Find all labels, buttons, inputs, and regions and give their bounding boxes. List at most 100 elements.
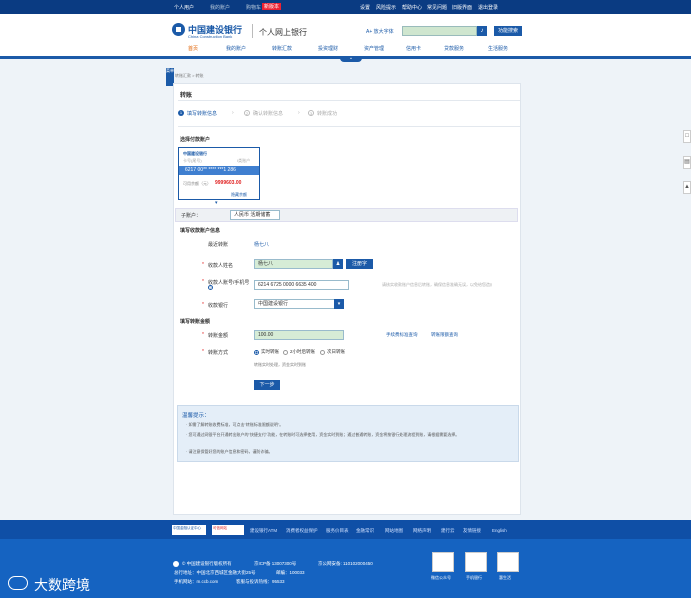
help-link[interactable]: 帮助中心 xyxy=(402,4,422,11)
step-1-icon: 1 xyxy=(178,110,184,116)
amount-section-title: 填写转账金额 xyxy=(180,319,211,325)
copyright: © 中国建设银行版权所有 xyxy=(182,561,232,566)
watermark-text: 大数跨境 xyxy=(34,577,90,593)
selected-account-number[interactable]: 6217 00** **** ***1 286 xyxy=(179,166,259,175)
sub-account-select[interactable]: 人民币 活期储蓄 xyxy=(230,210,280,220)
step-1-label: 填写转账信息 xyxy=(187,111,218,117)
qr-label-life: 惠生活 xyxy=(499,575,511,580)
chevron-down-icon[interactable]: ▾ xyxy=(215,200,218,206)
settings-link[interactable]: 设置 xyxy=(360,4,370,11)
step-3-label: 转账成功 xyxy=(317,111,338,117)
nav-loan[interactable]: 贷款服务 xyxy=(444,45,464,52)
side-tool-3[interactable]: ▲ xyxy=(683,181,691,194)
contacts-icon[interactable]: ♟ xyxy=(333,259,343,269)
amount-label: 转账金额 xyxy=(208,333,229,339)
radio-2h[interactable] xyxy=(283,350,288,355)
card-account-type: I类账户 xyxy=(237,158,251,163)
mode-nextday-label: 次日转账 xyxy=(327,349,345,354)
nav-my-account[interactable]: 我的账户 xyxy=(226,45,246,52)
qr-label-wechat: 微信公众号 xyxy=(431,575,451,580)
nav-credit-card[interactable]: 信用卡 xyxy=(406,45,421,52)
required-mark: * xyxy=(202,349,204,355)
function-search-button[interactable]: 功能搜索 xyxy=(494,26,522,36)
qr-code-life xyxy=(497,552,519,572)
tips-box: 温馨提示： · 如需了解转账收费标准，可点击"转账标准限额说明"。 · 您可通过… xyxy=(177,405,519,462)
breadcrumb: 转账汇款 > 转账 xyxy=(175,73,204,78)
search-input[interactable] xyxy=(402,26,477,36)
police-record: 京公网安备: 110102000450 xyxy=(318,561,373,566)
faq-link[interactable]: 常见问题 xyxy=(427,4,447,11)
step-2-label: 确认转账信息 xyxy=(253,111,284,117)
hide-balance-link[interactable]: 隐藏余额 xyxy=(231,192,247,198)
bank-name-en: China Construction Bank xyxy=(188,34,233,39)
help-icon[interactable]: ? xyxy=(208,285,213,290)
mobile-site[interactable]: 手机网站：m.ccb.com xyxy=(174,579,218,585)
sub-account-row xyxy=(175,208,518,222)
postcode: 邮编：100033 xyxy=(276,570,305,575)
mode-note: 转账实时处理，资金实时到账 xyxy=(254,362,306,367)
amount-input[interactable]: 100.00 xyxy=(254,330,344,340)
cfca-badge[interactable]: 中国金融认证中心 xyxy=(172,525,206,535)
mode-2h-label: 2小时后转账 xyxy=(290,349,316,354)
chevron-down-icon[interactable]: ▾ xyxy=(334,299,344,309)
nav-life[interactable]: 生活服务 xyxy=(488,45,508,52)
footer-link-cloud[interactable]: 建行云 xyxy=(441,528,455,534)
limit-query-link[interactable]: 转账限额查询 xyxy=(431,332,458,338)
payee-bank-label: 收款银行 xyxy=(208,303,229,309)
portal-title: 个人网上银行 xyxy=(259,28,307,37)
radio-realtime[interactable] xyxy=(254,350,259,355)
side-tool-2[interactable]: ▤ xyxy=(683,156,691,169)
font-size-toggle[interactable]: A+ 放大字体 xyxy=(366,28,394,35)
footer-link-statement[interactable]: 网络声明 xyxy=(413,528,431,534)
balance-value: 9999603.00 xyxy=(215,180,242,186)
cart-badge: 新版本 xyxy=(262,3,282,10)
nav-transfer[interactable]: 转账汇款 xyxy=(272,45,292,52)
footer-link-consumer[interactable]: 消费者权益保护 xyxy=(286,528,318,534)
payer-account-card[interactable]: 中国建设银行 卡号(尾号) I类账户 6217 00** **** ***1 2… xyxy=(178,147,260,200)
payee-account-input[interactable]: 6214 6725 0000 6635 400 xyxy=(254,280,349,290)
mode-realtime-label: 实时转账 xyxy=(261,349,279,354)
balance-label: 可用余额（元） xyxy=(183,181,211,186)
footer-link-atm[interactable]: 建设银行ATM xyxy=(250,528,277,534)
fee-standard-link[interactable]: 手续费标准查询 xyxy=(386,332,418,338)
icp: 京ICP备 13007300号 xyxy=(254,561,297,566)
nav-home[interactable]: 首页 xyxy=(188,45,198,52)
payee-name-label: 收款人姓名 xyxy=(208,263,234,269)
register-payee-button[interactable]: 注册字 xyxy=(346,259,373,269)
chevron-right-icon: › xyxy=(232,110,234,116)
footer-link-friends[interactable]: 友情链接 xyxy=(463,528,481,534)
payee-section-title: 填写收款账户信息 xyxy=(180,228,221,234)
nav-investment[interactable]: 投资理财 xyxy=(318,45,338,52)
sub-account-label: 子账户： xyxy=(181,213,202,219)
recent-label: 最近转账 xyxy=(208,242,229,248)
footer-link-price[interactable]: 服务价目表 xyxy=(326,528,349,534)
risk-link[interactable]: 风险提示 xyxy=(376,4,396,11)
old-version-link[interactable]: 旧版界面 xyxy=(452,4,472,11)
payee-name-input[interactable]: 杨七八 xyxy=(254,259,333,269)
tips-line-3: · 请注意保管好您的账户信息和密码，谨防诈骗。 xyxy=(186,449,273,454)
divider xyxy=(178,100,520,101)
footer: 中国金融认证中心 可信网站 建设银行ATM 消费者权益保护 服务价目表 金融常识… xyxy=(0,520,691,598)
qr-code-mobile xyxy=(465,552,487,572)
radio-nextday[interactable] xyxy=(320,350,325,355)
footer-link-english[interactable]: English xyxy=(492,528,507,533)
my-account-link[interactable]: 我的账户 xyxy=(210,4,230,11)
trusted-site-badge[interactable]: 可信网站 xyxy=(212,525,244,535)
transfer-mode-label: 转账方式 xyxy=(208,350,229,356)
collapse-nav-icon[interactable]: ⌄ xyxy=(340,56,362,62)
header: 中国建设银行 China Construction Bank 个人网上银行 A+… xyxy=(0,14,691,59)
payer-section-title: 选择付款账户 xyxy=(180,137,211,143)
logout-link[interactable]: 退出登录 xyxy=(478,4,498,11)
chevron-right-icon: › xyxy=(298,110,300,116)
payee-bank-select[interactable]: 中国建设银行 xyxy=(254,299,344,309)
page-title: 转账 xyxy=(180,93,193,99)
side-tool-1[interactable]: □ xyxy=(683,130,691,143)
next-button[interactable]: 下一步 xyxy=(254,380,280,390)
recent-payee-link[interactable]: 杨七八 xyxy=(254,241,269,248)
cart-link[interactable]: 购物车 xyxy=(246,4,261,11)
footer-link-finance[interactable]: 金融常识 xyxy=(356,528,374,534)
mic-icon[interactable]: ♪ xyxy=(477,26,487,36)
footer-link-sitemap[interactable]: 网站地图 xyxy=(385,528,403,534)
personal-user-link[interactable]: 个人用户 xyxy=(174,4,194,11)
nav-asset[interactable]: 资产管理 xyxy=(364,45,384,52)
